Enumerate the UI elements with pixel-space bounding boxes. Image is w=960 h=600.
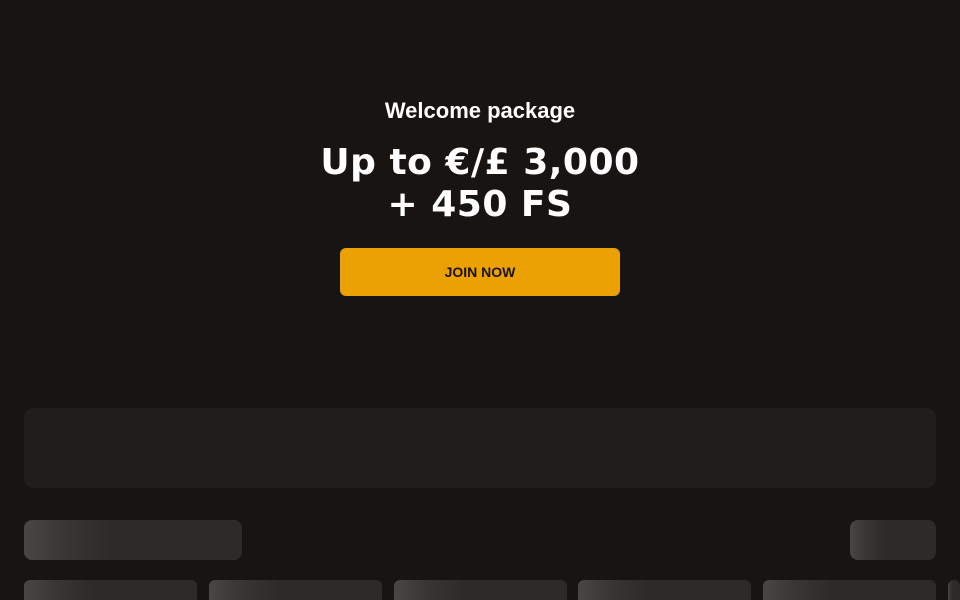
banner-headline: Up to €/£ 3,000 + 450 FS [0, 142, 960, 226]
welcome-banner: Welcome package Up to €/£ 3,000 + 450 FS… [0, 0, 960, 380]
banner-subtitle: Welcome package [384, 98, 576, 123]
section-title-placeholder [24, 520, 242, 560]
game-tile-placeholder [763, 580, 936, 600]
banner-headline-line-2: + 450 FS [387, 184, 573, 225]
game-tile-placeholder [948, 580, 960, 600]
game-tile-placeholder [209, 580, 382, 600]
view-all-placeholder [850, 520, 936, 560]
join-now-button[interactable]: JOIN NOW [340, 248, 620, 296]
search-bar-placeholder [24, 408, 936, 488]
page: Welcome package Up to €/£ 3,000 + 450 FS… [0, 0, 960, 600]
game-tile-placeholder [24, 580, 197, 600]
game-tile-placeholder [394, 580, 567, 600]
game-tile-placeholder [578, 580, 751, 600]
banner-headline-line-1: Up to €/£ 3,000 [320, 142, 640, 183]
